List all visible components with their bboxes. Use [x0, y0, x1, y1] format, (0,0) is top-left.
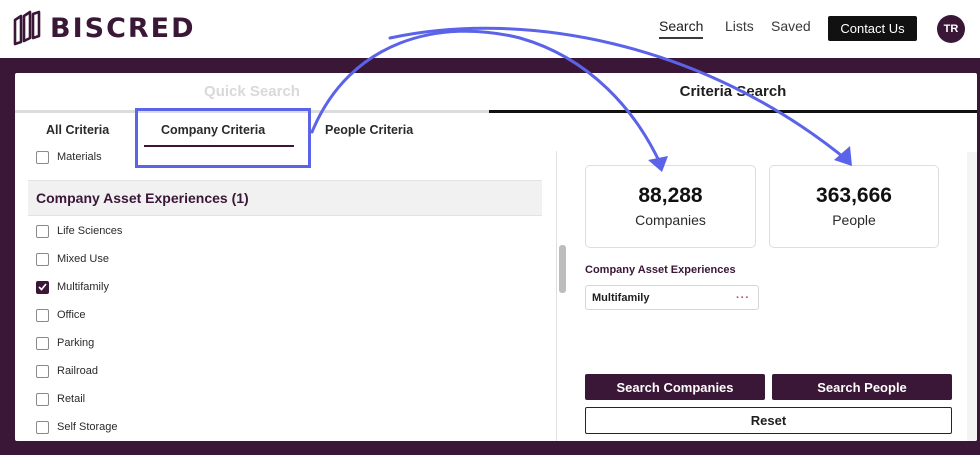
option-label: Parking	[57, 337, 95, 349]
option-label: Multifamily	[57, 281, 109, 293]
more-icon[interactable]: ···	[736, 292, 750, 304]
list-item[interactable]: Mixed Use	[36, 251, 109, 267]
option-label: Retail	[57, 393, 86, 405]
filter-chip-label: Multifamily	[592, 291, 650, 304]
checkmark-icon	[38, 283, 47, 291]
list-item[interactable]: Self Storage	[36, 419, 118, 435]
tab-quick-search[interactable]: Quick Search	[15, 73, 489, 113]
list-item[interactable]: Materials	[36, 151, 102, 165]
people-label: People	[832, 212, 876, 228]
filter-chip[interactable]: Multifamily ···	[585, 285, 759, 310]
option-label: Materials	[57, 151, 102, 163]
checkbox[interactable]	[36, 151, 49, 164]
search-companies-button[interactable]: Search Companies	[585, 374, 765, 400]
main-frame: Quick Search Criteria Search All Criteri…	[0, 58, 980, 455]
top-bar: BISCRED Search Lists Saved Contact Us TR	[0, 0, 980, 58]
logo-mark-icon	[13, 10, 41, 46]
checkbox[interactable]	[36, 252, 49, 266]
avatar[interactable]: TR	[937, 15, 965, 43]
nav-saved[interactable]: Saved	[771, 18, 811, 34]
checkbox[interactable]	[36, 364, 49, 378]
checkbox[interactable]	[36, 392, 49, 406]
checkbox[interactable]	[36, 308, 49, 322]
logo[interactable]: BISCRED	[12, 10, 196, 46]
nav-lists[interactable]: Lists	[725, 18, 754, 34]
selected-filter-title: Company Asset Experiences	[585, 264, 736, 276]
results-scrollbar[interactable]	[967, 152, 977, 441]
section-header[interactable]: Company Asset Experiences (1)	[28, 180, 542, 216]
search-panel: Quick Search Criteria Search All Criteri…	[15, 73, 977, 441]
people-count: 363,666	[816, 184, 892, 207]
nav-search[interactable]: Search	[659, 18, 704, 39]
list-item[interactable]: Parking	[36, 335, 94, 351]
checkbox[interactable]	[36, 224, 49, 238]
checkbox[interactable]	[36, 336, 49, 350]
option-label: Railroad	[57, 365, 98, 377]
brand-name: BISCRED	[50, 12, 196, 44]
list-item[interactable]: Retail	[36, 391, 85, 407]
criteria-list: Materials Company Asset Experiences (1) …	[28, 151, 542, 441]
tab-people-criteria[interactable]: People Criteria	[325, 123, 413, 137]
pane-scrollbar[interactable]	[559, 245, 566, 293]
reset-button[interactable]: Reset	[585, 407, 952, 434]
pane-divider	[556, 151, 557, 441]
contact-us-button[interactable]: Contact Us	[828, 16, 917, 41]
list-item[interactable]: Railroad	[36, 363, 98, 379]
tab-all-criteria[interactable]: All Criteria	[46, 123, 109, 137]
option-label: Office	[57, 309, 86, 321]
tab-criteria-search[interactable]: Criteria Search	[489, 73, 977, 113]
checkbox[interactable]	[36, 420, 49, 434]
option-label: Mixed Use	[57, 253, 109, 265]
checkbox-checked[interactable]	[36, 280, 49, 294]
companies-count: 88,288	[638, 184, 703, 207]
list-item[interactable]: Office	[36, 307, 86, 323]
companies-label: Companies	[635, 212, 706, 228]
list-item[interactable]: Life Sciences	[36, 223, 122, 239]
list-item[interactable]: Multifamily	[36, 279, 109, 295]
option-label: Life Sciences	[57, 225, 123, 237]
companies-count-card: 88,288 Companies	[585, 165, 756, 248]
option-label: Self Storage	[57, 421, 118, 433]
people-count-card: 363,666 People	[769, 165, 939, 248]
search-people-button[interactable]: Search People	[772, 374, 952, 400]
